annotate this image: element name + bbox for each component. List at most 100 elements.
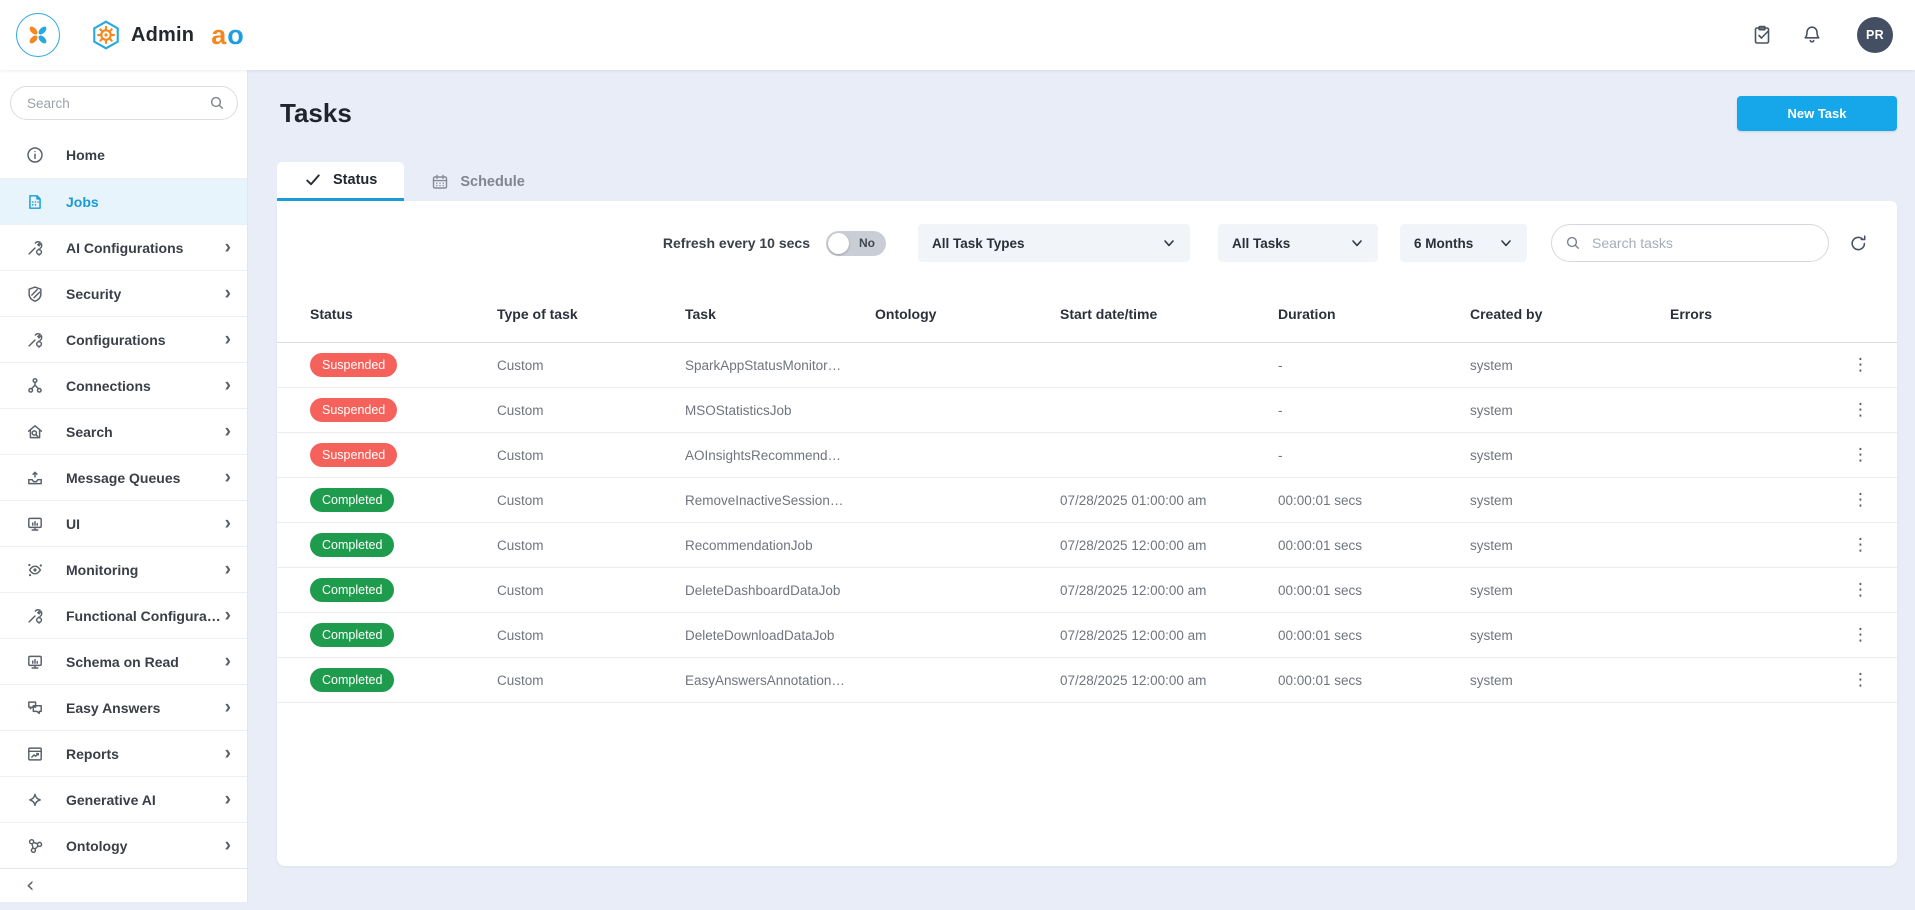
tab-status[interactable]: Status — [277, 162, 404, 201]
sidebar-item-label: Configurations — [66, 332, 225, 348]
row-actions-menu[interactable]: ⋮ — [1848, 625, 1873, 646]
sidebar-item-label: Ontology — [66, 838, 225, 854]
cell-type: Custom — [497, 583, 685, 598]
sidebar-item-generative-ai[interactable]: Generative AI › — [0, 776, 247, 822]
monitor-icon — [26, 653, 44, 671]
sidebar-item-easy-answers[interactable]: Easy Answers › — [0, 684, 247, 730]
cell-type: Custom — [497, 628, 685, 643]
app-logo[interactable] — [16, 13, 60, 57]
sidebar-item-label: Easy Answers — [66, 700, 225, 716]
table-body: Suspended Custom SparkAppStatusMonitor… … — [277, 343, 1897, 703]
home-search-icon — [26, 423, 44, 441]
monitoring-icon — [26, 561, 44, 579]
cell-task: AOInsightsRecommend… — [685, 448, 875, 463]
sidebar-item-ontology[interactable]: Ontology › — [0, 822, 247, 868]
table-row[interactable]: Completed Custom DeleteDashboardDataJob … — [277, 568, 1897, 613]
sidebar-search-input[interactable] — [10, 86, 238, 120]
table-header: Status Type of task Task Ontology Start … — [277, 285, 1897, 343]
info-icon — [26, 146, 44, 164]
monitor-icon — [26, 515, 44, 533]
cell-created-by: system — [1470, 493, 1670, 508]
tasks-clipboard-button[interactable] — [1751, 24, 1773, 46]
cell-task: MSOStatisticsJob — [685, 403, 875, 418]
sidebar-item-search[interactable]: Search › — [0, 408, 247, 454]
cell-duration: 00:00:01 secs — [1278, 628, 1470, 643]
chevron-down-icon — [1350, 236, 1364, 250]
chevron-right-icon: › — [225, 238, 231, 257]
cell-duration: 00:00:01 secs — [1278, 673, 1470, 688]
status-badge: Completed — [310, 623, 394, 647]
table-row[interactable]: Suspended Custom SparkAppStatusMonitor… … — [277, 343, 1897, 388]
sidebar-item-label: Search — [66, 424, 225, 440]
chevron-right-icon: › — [225, 836, 231, 855]
user-avatar[interactable]: PR — [1857, 17, 1893, 53]
refresh-toggle[interactable]: No — [826, 231, 886, 256]
tasks-dropdown[interactable]: All Tasks — [1218, 224, 1378, 262]
table-row[interactable]: Suspended Custom MSOStatisticsJob - syst… — [277, 388, 1897, 433]
cell-task: DeleteDownloadDataJob — [685, 628, 875, 643]
cell-type: Custom — [497, 493, 685, 508]
collapse-sidebar-button[interactable]: ‹ — [26, 875, 34, 896]
refresh-list-button[interactable] — [1849, 234, 1868, 253]
search-tasks-input[interactable] — [1551, 224, 1829, 262]
ontology-icon — [26, 837, 44, 855]
sidebar-item-label: Generative AI — [66, 792, 225, 808]
sidebar-item-functional-configurations[interactable]: Functional Configurati… › — [0, 592, 247, 638]
sidebar-item-message-queues[interactable]: Message Queues › — [0, 454, 247, 500]
cell-type: Custom — [497, 448, 685, 463]
table-row[interactable]: Completed Custom RemoveInactiveSession… … — [277, 478, 1897, 523]
table-row[interactable]: Completed Custom RecommendationJob 07/28… — [277, 523, 1897, 568]
new-task-button[interactable]: New Task — [1737, 96, 1897, 131]
tab-schedule[interactable]: Schedule — [404, 162, 551, 201]
sidebar-item-monitoring[interactable]: Monitoring › — [0, 546, 247, 592]
sidebar-item-jobs[interactable]: Jobs — [0, 178, 247, 224]
row-actions-menu[interactable]: ⋮ — [1848, 580, 1873, 601]
sidebar-item-home[interactable]: Home — [0, 132, 247, 178]
sidebar-item-connections[interactable]: Connections › — [0, 362, 247, 408]
sidebar-item-reports[interactable]: Reports › — [0, 730, 247, 776]
chevron-right-icon: › — [225, 652, 231, 671]
status-badge: Completed — [310, 578, 394, 602]
shield-icon — [26, 285, 44, 303]
tasks-panel: Refresh every 10 secs No All Task Types … — [277, 201, 1897, 866]
sidebar-item-schema-on-read[interactable]: Schema on Read › — [0, 638, 247, 684]
sidebar-item-label: AI Configurations — [66, 240, 225, 256]
jobs-icon — [26, 193, 44, 211]
sparkle-icon — [26, 791, 44, 809]
table-row[interactable]: Completed Custom DeleteDownloadDataJob 0… — [277, 613, 1897, 658]
table-row[interactable]: Completed Custom EasyAnswersAnnotation… … — [277, 658, 1897, 703]
row-actions-menu[interactable]: ⋮ — [1848, 490, 1873, 511]
row-actions-menu[interactable]: ⋮ — [1848, 445, 1873, 466]
sidebar-item-label: UI — [66, 516, 225, 532]
filter-bar: Refresh every 10 secs No All Task Types … — [277, 201, 1897, 285]
top-bar: Admin ao PR — [0, 0, 1915, 70]
row-actions-menu[interactable]: ⋮ — [1848, 355, 1873, 376]
sidebar-item-security[interactable]: Security › — [0, 270, 247, 316]
table-row[interactable]: Suspended Custom AOInsightsRecommend… - … — [277, 433, 1897, 478]
row-actions-menu[interactable]: ⋮ — [1848, 670, 1873, 691]
task-type-value: All Task Types — [932, 236, 1025, 251]
sidebar-item-configurations[interactable]: Configurations › — [0, 316, 247, 362]
cell-duration: - — [1278, 358, 1470, 373]
row-actions-menu[interactable]: ⋮ — [1848, 535, 1873, 556]
search-icon — [1565, 235, 1581, 251]
chevron-down-icon — [1162, 236, 1176, 250]
notifications-button[interactable] — [1801, 24, 1823, 46]
cell-start: 07/28/2025 12:00:00 am — [1060, 628, 1278, 643]
sidebar-item-ui[interactable]: UI › — [0, 500, 247, 546]
cell-duration: 00:00:01 secs — [1278, 583, 1470, 598]
chevron-right-icon: › — [225, 744, 231, 763]
toggle-state-label: No — [859, 236, 875, 250]
status-badge: Completed — [310, 488, 394, 512]
period-dropdown[interactable]: 6 Months — [1400, 224, 1527, 262]
status-badge: Completed — [310, 668, 394, 692]
inbox-icon — [26, 469, 44, 487]
task-type-dropdown[interactable]: All Task Types — [918, 224, 1190, 262]
cell-task: DeleteDashboardDataJob — [685, 583, 875, 598]
sidebar-item-ai-configurations[interactable]: AI Configurations › — [0, 224, 247, 270]
col-ontology: Ontology — [875, 306, 1060, 322]
sidebar-item-label: Functional Configurati… — [66, 608, 225, 624]
row-actions-menu[interactable]: ⋮ — [1848, 400, 1873, 421]
calendar-icon — [431, 173, 449, 191]
admin-brand: Admin ao — [90, 19, 243, 51]
